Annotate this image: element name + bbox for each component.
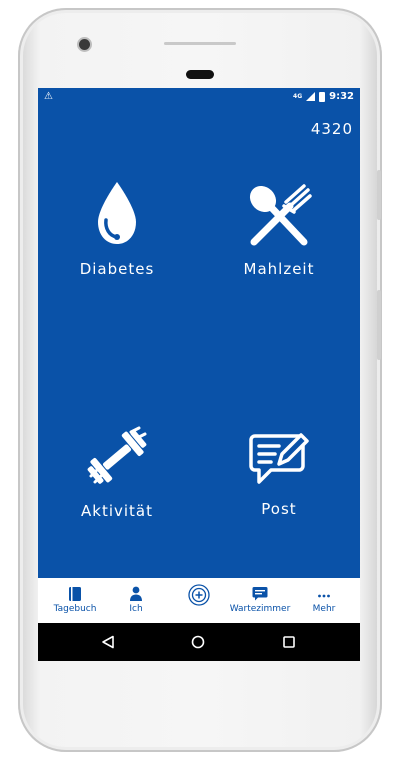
system-navigation-bar: [38, 623, 360, 661]
recents-icon[interactable]: [282, 635, 296, 649]
earpiece: [186, 70, 214, 79]
fork-spoon-icon: [249, 184, 312, 246]
nav-item-tagebuch[interactable]: Tagebuch: [50, 578, 100, 623]
signal-icon: [306, 92, 316, 101]
speaker-grille: [164, 42, 236, 45]
tile-label: Mahlzeit: [243, 260, 315, 278]
status-indicators: 4G 9:32: [293, 91, 354, 102]
nav-item-add[interactable]: [184, 578, 214, 623]
message-icon: [249, 433, 309, 484]
tile-mahlzeit[interactable]: Mahlzeit: [204, 184, 354, 294]
nav-label: Mehr: [312, 604, 336, 614]
nav-label: Wartezimmer: [229, 604, 291, 614]
chat-icon: [252, 587, 268, 601]
app-screen: ⚠ 4G 9:32 4320 Diabetes Mahlzeit Aktivit…: [38, 88, 360, 661]
book-icon: [69, 587, 81, 601]
drop-icon: [98, 182, 136, 244]
status-time: 9:32: [329, 91, 354, 102]
tile-label: Aktivität: [81, 502, 153, 520]
nav-label: Tagebuch: [53, 604, 97, 614]
tile-label: Post: [261, 500, 297, 518]
tile-diabetes[interactable]: Diabetes: [42, 180, 192, 290]
person-icon: [130, 586, 142, 601]
network-label: 4G: [293, 93, 303, 100]
points-counter: 4320: [310, 120, 353, 138]
add-circle-icon: [188, 584, 210, 606]
power-button: [377, 290, 381, 360]
volume-button: [377, 170, 381, 220]
nav-item-ich[interactable]: Ich: [116, 578, 156, 623]
nav-item-mehr[interactable]: Mehr: [304, 578, 344, 623]
more-icon: [318, 594, 330, 598]
tile-post[interactable]: Post: [204, 430, 354, 540]
back-icon[interactable]: [101, 635, 115, 649]
nav-item-wartezimmer[interactable]: Wartezimmer: [228, 578, 292, 623]
bottom-navigation: Tagebuch Ich Wartezimmer Mehr: [38, 578, 360, 623]
dumbbell-icon: [87, 426, 147, 484]
home-icon[interactable]: [191, 635, 205, 649]
warning-icon: ⚠: [44, 91, 53, 102]
tile-aktivitaet[interactable]: Aktivität: [42, 426, 192, 536]
nav-label: Ich: [129, 604, 143, 614]
status-bar: ⚠ 4G 9:32: [38, 88, 360, 108]
tile-label: Diabetes: [79, 260, 155, 278]
front-camera: [79, 39, 90, 50]
battery-icon: [319, 91, 326, 102]
